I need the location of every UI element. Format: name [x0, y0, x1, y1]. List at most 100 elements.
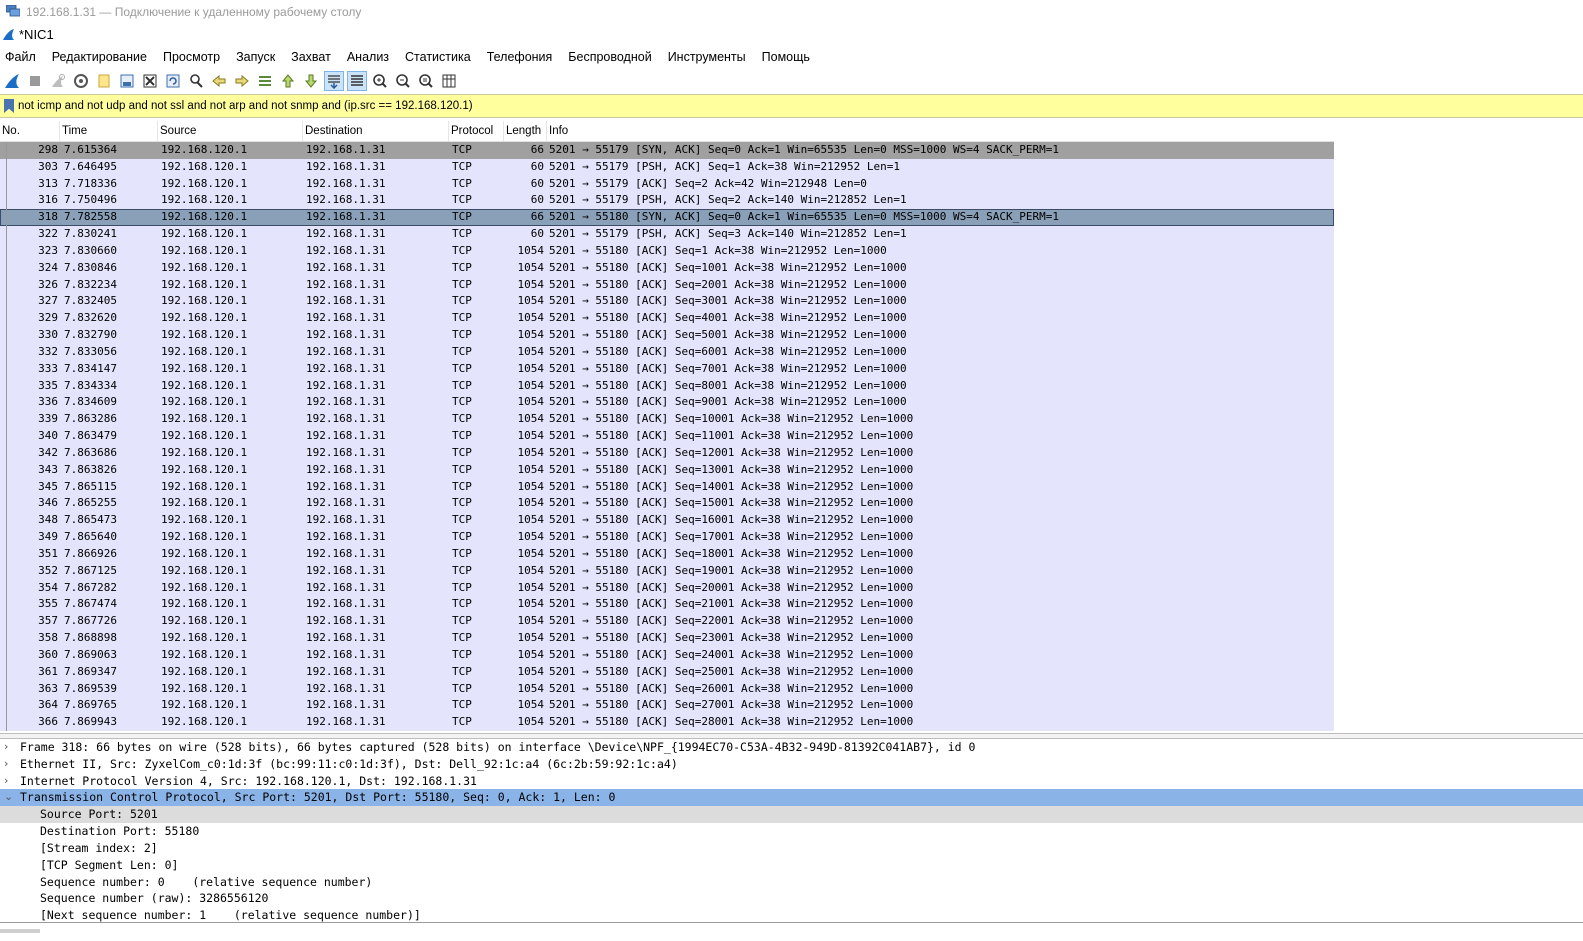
detail-row-frame[interactable]: › Frame 318: 66 bytes on wire (528 bits),…: [0, 739, 1583, 756]
menu-go[interactable]: Запуск: [236, 50, 275, 64]
packet-row[interactable]: 298 7.615364 192.168.120.1 192.168.1.31 TCP 6…: [0, 142, 1334, 159]
menu-edit[interactable]: Редактирование: [52, 50, 147, 64]
detail-field-seq[interactable]: Sequence number: 0 (relative sequence nu…: [0, 874, 1583, 891]
expand-arrow-icon[interactable]: ›: [4, 739, 14, 756]
packet-row[interactable]: 360 7.869063 192.168.120.1 192.168.1.31 TCP 1…: [0, 646, 1334, 664]
display-filter-input[interactable]: [18, 100, 1518, 112]
packet-row[interactable]: 327 7.832405 192.168.120.1 192.168.1.31 TCP 1…: [0, 293, 1334, 311]
reload-file-icon[interactable]: [163, 71, 183, 91]
detail-row-ethernet[interactable]: › Ethernet II, Src: ZyxelCom_c0:1d:3f (bc…: [0, 756, 1583, 773]
packet-row[interactable]: 348 7.865473 192.168.120.1 192.168.1.31 TCP 1…: [0, 512, 1334, 530]
column-header-source[interactable]: Source: [158, 121, 303, 141]
packet-cell-no: 346: [38, 496, 58, 510]
detail-field-dst-port[interactable]: Destination Port: 55180: [0, 823, 1583, 840]
find-packet-icon[interactable]: [186, 71, 206, 91]
packet-row-selected[interactable]: 318 7.782558 192.168.120.1 192.168.1.31 TCP 6…: [0, 209, 1334, 227]
packet-row[interactable]: 339 7.863286 192.168.120.1 192.168.1.31 TCP 1…: [0, 411, 1334, 429]
go-back-icon[interactable]: [209, 71, 229, 91]
detail-field-next-seq[interactable]: [Next sequence number: 1 (relative seque…: [0, 907, 1583, 923]
zoom-in-icon[interactable]: [370, 71, 390, 91]
menu-statistics[interactable]: Статистика: [405, 50, 471, 64]
column-header-length[interactable]: Length: [504, 121, 547, 141]
start-capture-icon[interactable]: [2, 71, 22, 91]
packet-row[interactable]: 313 7.718336 192.168.120.1 192.168.1.31 TCP 6…: [0, 175, 1334, 193]
open-file-icon[interactable]: [94, 71, 114, 91]
go-to-packet-icon[interactable]: [255, 71, 275, 91]
packet-row[interactable]: 342 7.863686 192.168.120.1 192.168.1.31 TCP 1…: [0, 444, 1334, 462]
packet-row[interactable]: 352 7.867125 192.168.120.1 192.168.1.31 TCP 1…: [0, 562, 1334, 580]
packet-row[interactable]: 329 7.832620 192.168.120.1 192.168.1.31 TCP 1…: [0, 310, 1334, 328]
stop-capture-icon[interactable]: [25, 71, 45, 91]
go-forward-icon[interactable]: [232, 71, 252, 91]
column-header-no[interactable]: No.: [0, 121, 60, 141]
close-file-icon[interactable]: [140, 71, 160, 91]
column-header-destination[interactable]: Destination: [303, 121, 449, 141]
detail-field-seq-raw[interactable]: Sequence number (raw): 3286556120: [0, 890, 1583, 907]
packet-row[interactable]: 332 7.833056 192.168.120.1 192.168.1.31 TCP 1…: [0, 343, 1334, 361]
bookmark-icon[interactable]: [4, 99, 14, 113]
menu-wireless[interactable]: Беспроводной: [568, 50, 651, 64]
packet-row[interactable]: 358 7.868898 192.168.120.1 192.168.1.31 TCP 1…: [0, 630, 1334, 647]
detail-row-tcp[interactable]: ⌄ Transmission Control Protocol, Src Port…: [0, 789, 1583, 807]
menu-analyze[interactable]: Анализ: [347, 50, 389, 64]
packet-row[interactable]: 323 7.830660 192.168.120.1 192.168.1.31 TCP 1…: [0, 242, 1334, 260]
go-last-icon[interactable]: [301, 71, 321, 91]
packet-row[interactable]: 349 7.865640 192.168.120.1 192.168.1.31 TCP 1…: [0, 529, 1334, 546]
packet-row[interactable]: 354 7.867282 192.168.120.1 192.168.1.31 TCP 1…: [0, 579, 1334, 597]
restart-capture-icon[interactable]: [48, 71, 68, 91]
go-first-icon[interactable]: [278, 71, 298, 91]
packet-row[interactable]: 357 7.867726 192.168.120.1 192.168.1.31 TCP 1…: [0, 613, 1334, 631]
packet-row[interactable]: 361 7.869347 192.168.120.1 192.168.1.31 TCP 1…: [0, 663, 1334, 681]
collapse-arrow-icon[interactable]: ⌄: [4, 789, 14, 806]
column-header-protocol[interactable]: Protocol: [449, 121, 504, 141]
packet-row[interactable]: 336 7.834609 192.168.120.1 192.168.1.31 TCP 1…: [0, 394, 1334, 412]
save-file-icon[interactable]: [117, 71, 137, 91]
packet-row[interactable]: 330 7.832790 192.168.120.1 192.168.1.31 TCP 1…: [0, 327, 1334, 344]
colorize-icon[interactable]: [347, 71, 367, 91]
packet-row[interactable]: 366 7.869943 192.168.120.1 192.168.1.31 TCP 1…: [0, 714, 1334, 731]
column-header-info[interactable]: Info: [547, 121, 1334, 141]
detail-field-segment-len[interactable]: [TCP Segment Len: 0]: [0, 857, 1583, 874]
menu-capture[interactable]: Захват: [291, 50, 331, 64]
packet-cell-no: 339: [38, 412, 58, 426]
packet-row[interactable]: 345 7.865115 192.168.120.1 192.168.1.31 TCP 1…: [0, 478, 1334, 496]
packet-cell-no: 335: [38, 378, 58, 392]
packet-row[interactable]: 346 7.865255 192.168.120.1 192.168.1.31 TCP 1…: [0, 495, 1334, 513]
autoscroll-icon[interactable]: [324, 71, 344, 91]
detail-field-stream-index[interactable]: [Stream index: 2]: [0, 840, 1583, 857]
menu-telephony[interactable]: Телефония: [487, 50, 553, 64]
packet-cell-time: 7.867726: [64, 614, 117, 628]
packet-cell-proto: TCP: [452, 395, 472, 409]
packet-row[interactable]: 335 7.834334 192.168.120.1 192.168.1.31 TCP 1…: [0, 377, 1334, 395]
expand-arrow-icon[interactable]: ›: [4, 773, 14, 790]
packet-row[interactable]: 363 7.869539 192.168.120.1 192.168.1.31 TCP 1…: [0, 680, 1334, 698]
packet-row[interactable]: 316 7.750496 192.168.120.1 192.168.1.31 TCP 6…: [0, 192, 1334, 210]
menu-tools[interactable]: Инструменты: [668, 50, 746, 64]
menu-view[interactable]: Просмотр: [163, 50, 220, 64]
packet-cell-time: 7.869063: [64, 647, 117, 661]
resize-columns-icon[interactable]: [439, 71, 459, 91]
packet-row[interactable]: 324 7.830846 192.168.120.1 192.168.1.31 TCP 1…: [0, 259, 1334, 277]
menu-help[interactable]: Помощь: [762, 50, 810, 64]
packet-row[interactable]: 322 7.830241 192.168.120.1 192.168.1.31 TCP 6…: [0, 226, 1334, 243]
packet-row[interactable]: 355 7.867474 192.168.120.1 192.168.1.31 TCP 1…: [0, 596, 1334, 614]
packet-cell-time: 7.866926: [64, 546, 117, 560]
column-header-time[interactable]: Time: [60, 121, 158, 141]
packet-row[interactable]: 340 7.863479 192.168.120.1 192.168.1.31 TCP 1…: [0, 428, 1334, 445]
packet-row[interactable]: 303 7.646495 192.168.120.1 192.168.1.31 TCP 6…: [0, 158, 1334, 176]
bytes-pane-handle[interactable]: [0, 929, 40, 933]
packet-row[interactable]: 351 7.866926 192.168.120.1 192.168.1.31 TCP 1…: [0, 545, 1334, 563]
packet-row[interactable]: 326 7.832234 192.168.120.1 192.168.1.31 TCP 1…: [0, 276, 1334, 294]
packet-row[interactable]: 364 7.869765 192.168.120.1 192.168.1.31 TCP 1…: [0, 697, 1334, 715]
zoom-out-icon[interactable]: [393, 71, 413, 91]
detail-row-ip[interactable]: › Internet Protocol Version 4, Src: 192.1…: [0, 773, 1583, 790]
expand-arrow-icon[interactable]: ›: [4, 756, 14, 773]
detail-field-src-port[interactable]: Source Port: 5201: [0, 806, 1583, 824]
capture-options-icon[interactable]: [71, 71, 91, 91]
packet-row[interactable]: 333 7.834147 192.168.120.1 192.168.1.31 TCP 1…: [0, 360, 1334, 378]
packet-cell-time: 7.869943: [64, 715, 117, 729]
menu-file[interactable]: Файл: [5, 50, 36, 64]
normal-size-icon[interactable]: [416, 71, 436, 91]
packet-cell-info: 5201 → 55180 [ACK] Seq=7001 Ack=38 Win=2…: [549, 361, 907, 375]
packet-row[interactable]: 343 7.863826 192.168.120.1 192.168.1.31 TCP 1…: [0, 461, 1334, 479]
